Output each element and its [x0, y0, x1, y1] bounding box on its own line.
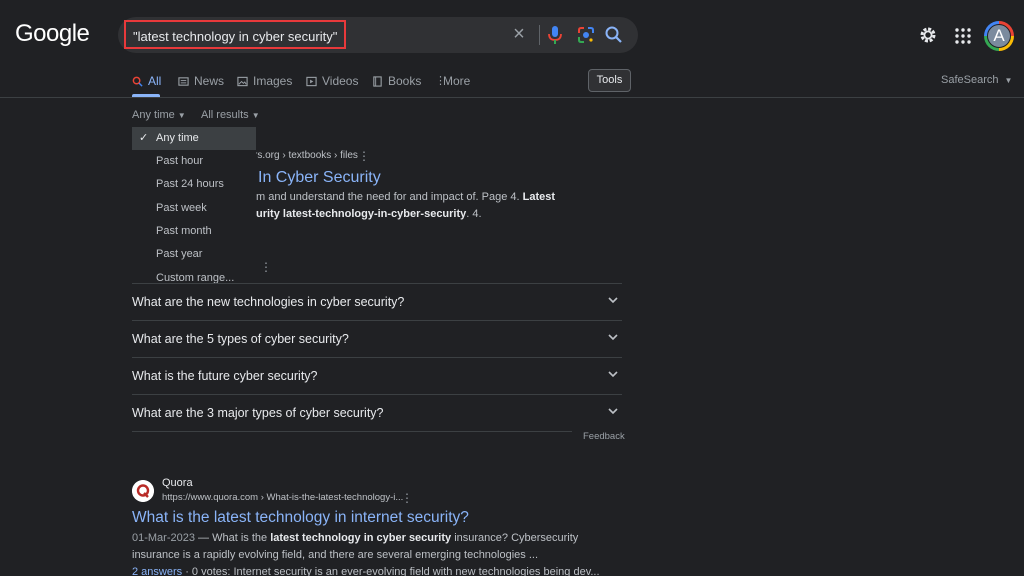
menu-item-past-week[interactable]: Past week	[132, 197, 256, 220]
chevron-down-icon	[608, 334, 618, 341]
menu-item-past-month[interactable]: Past month	[132, 220, 256, 243]
caret-down-icon: ▼	[251, 111, 260, 120]
feedback-link[interactable]: Feedback	[583, 431, 625, 442]
faq-item[interactable]: What are the new technologies in cyber s…	[132, 283, 622, 320]
time-filter-label: Any time	[132, 109, 175, 121]
tab-label: Books	[388, 74, 422, 88]
result-snippet: 2 answers · 0 votes: Internet security i…	[132, 566, 600, 576]
answers-link[interactable]: 2 answers	[132, 566, 182, 576]
safesearch-label: SafeSearch	[941, 74, 999, 86]
faq-question: What are the 3 major types of cyber secu…	[132, 406, 384, 420]
video-icon	[306, 76, 317, 86]
faq-item[interactable]: What are the 3 major types of cyber secu…	[132, 394, 622, 431]
result-title[interactable]: In Cyber Security	[258, 169, 381, 187]
time-filter-menu: ✓ Any time Past hour Past 24 hours Past …	[132, 127, 256, 291]
news-icon	[178, 76, 189, 86]
tab-label: News	[194, 74, 225, 88]
tab-label: All	[148, 74, 162, 88]
safesearch-button[interactable]: SafeSearch ▼	[941, 74, 1012, 86]
chevron-down-icon	[608, 408, 618, 415]
chevron-down-icon: ▼	[1004, 76, 1013, 85]
faq-item[interactable]: What are the 5 types of cyber security?	[132, 320, 622, 357]
result-site-name[interactable]: Quora	[162, 477, 193, 489]
quora-favicon-icon	[132, 480, 154, 502]
tab-more[interactable]: ⋮ More	[435, 74, 470, 88]
faq-item[interactable]: What is the future cyber security?	[132, 357, 622, 394]
menu-item-past-hour[interactable]: Past hour	[132, 150, 256, 173]
avatar[interactable]: A	[984, 21, 1014, 51]
search-input[interactable]: "latest technology in cyber security"	[124, 20, 346, 49]
tools-button[interactable]: Tools	[588, 69, 631, 92]
menu-item-past-24-hours[interactable]: Past 24 hours	[132, 173, 256, 196]
chevron-down-icon	[608, 297, 618, 304]
book-icon	[373, 75, 382, 87]
results-filter-label: All results	[201, 109, 249, 121]
more-vert-icon[interactable]: ⋮	[260, 261, 272, 273]
chevron-down-icon	[608, 371, 618, 378]
google-logo[interactable]: Google	[15, 20, 90, 48]
tab-videos[interactable]: Videos	[306, 74, 358, 88]
tabs-divider	[0, 97, 1024, 98]
search-box[interactable]: "latest technology in cyber security" ×	[118, 17, 638, 53]
tab-label: More	[443, 74, 471, 88]
tab-news[interactable]: News	[178, 74, 224, 88]
faq-divider	[132, 431, 572, 432]
image-icon	[237, 76, 248, 86]
tab-books[interactable]: Books	[372, 74, 421, 88]
avatar-letter: A	[987, 24, 1011, 48]
result-snippet: insurance is a rapidly evolving field, a…	[132, 549, 539, 561]
apps-grid-icon[interactable]	[954, 27, 972, 45]
menu-item-past-year[interactable]: Past year	[132, 243, 256, 266]
result-url[interactable]: rs.org › textbooks › files	[254, 150, 358, 161]
time-filter-button[interactable]: Any time ▼	[132, 109, 186, 121]
more-vert-icon[interactable]: ⋮	[358, 150, 370, 162]
search-divider	[539, 25, 540, 45]
faq-question: What are the 5 types of cyber security?	[132, 332, 349, 346]
check-icon: ✓	[139, 132, 149, 144]
result-snippet: 01-Mar-2023 — What is the latest technol…	[132, 532, 579, 544]
more-vert-icon: ⋮	[435, 74, 446, 87]
faq-question: What is the future cyber security?	[132, 369, 318, 383]
search-icon[interactable]	[604, 25, 624, 45]
faq-question: What are the new technologies in cyber s…	[132, 295, 405, 309]
gear-icon[interactable]	[918, 25, 938, 45]
results-filter-button[interactable]: All results ▼	[201, 109, 260, 121]
more-vert-icon[interactable]: ⋮	[401, 492, 413, 504]
result-title[interactable]: What is the latest technology in interne…	[132, 509, 469, 527]
tab-label: Images	[253, 74, 293, 88]
result-snippet: urity latest-technology-in-cyber-securit…	[256, 208, 482, 220]
result-url[interactable]: https://www.quora.com › What-is-the-late…	[162, 492, 403, 503]
caret-down-icon: ▼	[177, 111, 186, 120]
microphone-icon[interactable]	[546, 24, 564, 46]
clear-icon[interactable]: ×	[510, 24, 528, 44]
tab-label: Videos	[322, 74, 359, 88]
tab-images[interactable]: Images	[237, 74, 292, 88]
menu-item-any-time[interactable]: ✓ Any time	[132, 127, 256, 150]
google-lens-icon[interactable]	[576, 25, 596, 45]
search-icon	[132, 76, 143, 87]
result-snippet: m and understand the need for and impact…	[256, 191, 556, 203]
tab-all[interactable]: All	[132, 74, 161, 88]
